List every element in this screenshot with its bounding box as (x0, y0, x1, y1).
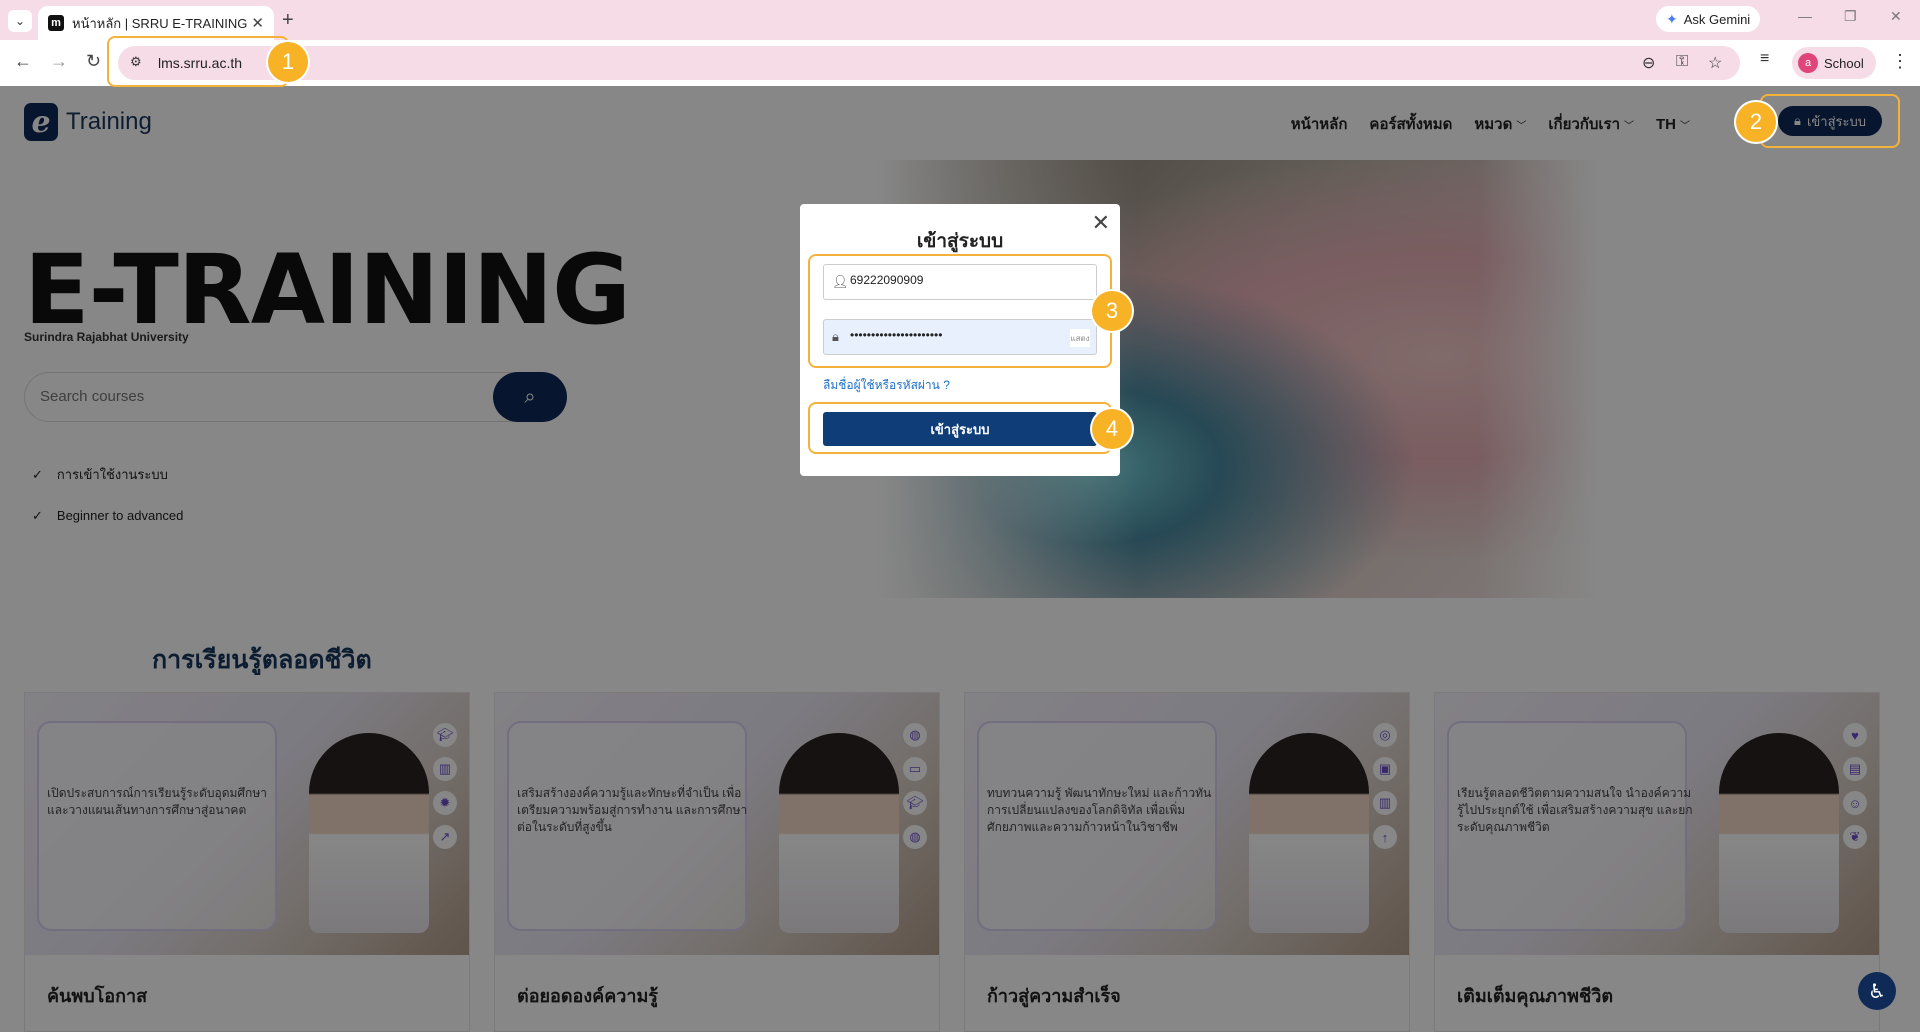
browser-tab[interactable]: m หน้าหลัก | SRRU E-TRAINING ✕ (38, 6, 274, 40)
step-marker: 1 (268, 42, 308, 82)
highlight-url (107, 36, 289, 87)
window-close-icon[interactable]: ✕ (1890, 8, 1902, 25)
step-marker: 4 (1092, 409, 1132, 449)
close-icon[interactable]: ✕ (1092, 210, 1110, 236)
modal-title: เข้าสู่ระบบ (916, 231, 1004, 252)
highlight-submit (808, 402, 1112, 454)
profile-label: School (1824, 55, 1864, 71)
highlight-credentials (808, 254, 1112, 368)
reload-icon[interactable]: ↻ (86, 51, 101, 72)
forward-icon[interactable]: → (50, 51, 68, 72)
forgot-password-link[interactable]: ลืมชื่อผู้ใช้หรือรหัสผ่าน ? (823, 376, 950, 395)
bookmark-star-icon[interactable]: ☆ (1708, 53, 1722, 73)
reading-list-icon[interactable]: ≡ (1760, 50, 1769, 68)
profile-button[interactable]: a School (1792, 47, 1876, 79)
restore-icon[interactable]: ❐ (1844, 8, 1857, 25)
site-favicon-icon: m (48, 15, 64, 31)
address-bar[interactable]: ⚙ lms.srru.ac.th ⊖ ⚿ ☆ (118, 46, 1740, 80)
minimize-icon[interactable]: — (1798, 8, 1812, 24)
ask-gemini-button[interactable]: ✦ Ask Gemini (1656, 6, 1761, 32)
back-icon[interactable]: ← (14, 51, 32, 72)
avatar: a (1798, 53, 1818, 73)
ask-gemini-label: Ask Gemini (1683, 11, 1751, 27)
step-marker: 2 (1736, 102, 1776, 142)
tab-close-icon[interactable]: ✕ (251, 14, 264, 32)
browser-tabstrip: ⌄ m หน้าหลัก | SRRU E-TRAINING ✕ + ✦ Ask… (0, 0, 1920, 40)
menu-icon[interactable]: ⋮ (1891, 51, 1909, 72)
zoom-icon[interactable]: ⊖ (1642, 53, 1655, 73)
step-marker: 3 (1092, 291, 1132, 331)
tab-search-icon[interactable]: ⌄ (8, 10, 32, 32)
accessibility-button[interactable]: ♿︎ (1858, 972, 1896, 1010)
new-tab-icon[interactable]: + (282, 9, 294, 32)
tab-title: หน้าหลัก | SRRU E-TRAINING (72, 15, 248, 31)
accessibility-icon: ♿︎ (1868, 980, 1886, 1003)
password-key-icon[interactable]: ⚿ (1676, 53, 1688, 71)
gemini-sparkle-icon: ✦ (1666, 10, 1678, 27)
highlight-login (1760, 94, 1900, 148)
